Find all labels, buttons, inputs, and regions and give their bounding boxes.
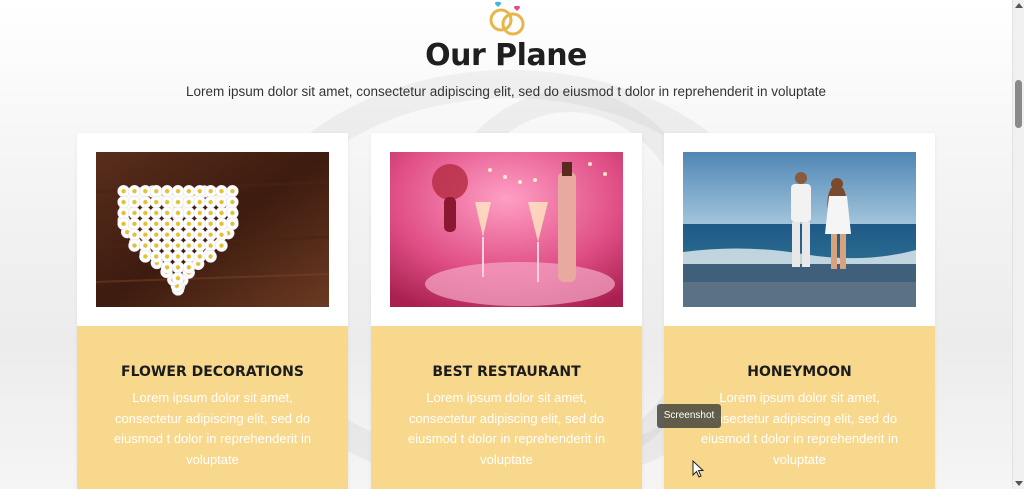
daisy-center	[153, 188, 159, 194]
daisy-center	[142, 210, 148, 216]
daisy-center	[208, 188, 214, 194]
plan-card-flower-decorations[interactable]: FLOWER DECORATIONS Lorem ipsum dolor sit…	[77, 133, 348, 489]
scrollbar-thumb[interactable]	[1015, 80, 1022, 128]
daisy-center	[142, 232, 148, 238]
daisy-center	[132, 221, 137, 227]
daisy-center	[164, 221, 170, 227]
daisy-center	[208, 221, 214, 227]
daisy-center	[142, 199, 148, 205]
page: Our Plane Lorem ipsum dolor sit amet, co…	[0, 0, 1012, 489]
daisy-center	[197, 210, 203, 216]
daisy-center	[208, 199, 214, 205]
daisy-center	[219, 188, 224, 194]
section-title: Our Plane	[425, 38, 587, 73]
card-image	[390, 152, 623, 307]
daisy-center	[219, 199, 224, 205]
card-image	[683, 152, 916, 307]
daisy-heart-image	[96, 152, 329, 307]
daisy-center	[186, 188, 192, 194]
daisy-center	[208, 243, 214, 249]
card-text: Lorem ipsum dolor sit amet, consectetur …	[113, 390, 312, 467]
daisy-center	[164, 232, 170, 238]
scroll-up-arrow-icon[interactable]	[1015, 3, 1023, 8]
daisy-center	[142, 254, 148, 259]
daisy-center	[132, 188, 137, 194]
daisy-center	[132, 199, 137, 205]
daisy-center	[175, 275, 181, 281]
daisy-center	[164, 264, 170, 270]
daisy-center	[175, 254, 181, 259]
daisy-center	[164, 243, 170, 249]
daisy-center	[186, 254, 192, 259]
daisy-center	[132, 232, 137, 238]
daisy-center	[219, 243, 224, 249]
plan-card-best-restaurant[interactable]: BEST RESTAURANT Lorem ipsum dolor sit am…	[371, 133, 642, 489]
daisy-center	[175, 188, 181, 194]
daisy-center	[229, 221, 235, 227]
daisy-center	[186, 210, 192, 216]
daisy-center	[121, 221, 127, 227]
daisy-center	[153, 243, 159, 249]
card-title: BEST RESTAURANT	[432, 364, 581, 380]
daisy-center	[229, 210, 235, 216]
daisy-center	[164, 254, 170, 259]
card-title: FLOWER DECORATIONS	[121, 364, 304, 380]
screenshot-tooltip: Screenshot	[657, 404, 721, 428]
scroll-down-arrow-icon[interactable]	[1015, 481, 1023, 486]
daisy-center	[197, 232, 203, 238]
wedding-rings-icon	[489, 1, 525, 36]
card-text: Lorem ipsum dolor sit amet, consectetur …	[700, 390, 899, 467]
daisy-center	[121, 199, 127, 205]
daisy-center	[175, 243, 181, 249]
daisy-center	[186, 221, 192, 227]
card-image	[96, 152, 329, 307]
daisy-center	[229, 188, 235, 194]
daisy-center	[142, 243, 148, 249]
card-text: Lorem ipsum dolor sit amet, consectetur …	[407, 390, 606, 467]
daisy-center	[197, 199, 203, 205]
daisy-center	[197, 221, 203, 227]
daisy-center	[175, 199, 181, 205]
daisy-center	[175, 264, 181, 270]
daisy-center	[153, 254, 159, 259]
daisy-center	[164, 199, 170, 205]
daisy-center	[186, 243, 192, 249]
daisy-center	[186, 232, 192, 238]
daisy-center	[175, 221, 181, 227]
daisy-center	[121, 188, 127, 194]
daisy-center	[121, 210, 127, 216]
daisy-center	[219, 232, 224, 238]
daisy-center	[197, 254, 203, 259]
daisy-center	[208, 254, 214, 259]
daisy-center	[142, 221, 148, 227]
mouse-cursor-icon	[692, 460, 704, 478]
vertical-scrollbar[interactable]	[1012, 0, 1024, 489]
daisy-center	[132, 210, 137, 216]
daisy-center	[208, 210, 214, 216]
daisy-center	[132, 243, 137, 249]
daisy-center	[153, 221, 159, 227]
daisy-center	[175, 232, 181, 238]
card-title: HONEYMOON	[747, 364, 852, 380]
daisy-center	[175, 210, 181, 216]
plan-card-honeymoon[interactable]: HONEYMOON Lorem ipsum dolor sit amet, co…	[664, 133, 935, 489]
section-subtitle: Lorem ipsum dolor sit amet, consectetur …	[185, 84, 827, 99]
daisy-center	[197, 243, 203, 249]
daisy-center	[219, 210, 224, 216]
daisy-center	[164, 188, 170, 194]
daisy-center	[229, 199, 235, 205]
daisy-center	[208, 232, 214, 238]
daisy-center	[153, 199, 159, 205]
champagne-image	[390, 152, 623, 307]
daisy-center	[142, 188, 148, 194]
daisy-center	[186, 199, 192, 205]
daisy-center	[186, 264, 192, 270]
daisy-center	[197, 188, 203, 194]
daisy-center	[164, 210, 170, 216]
beach-couple-image	[683, 152, 916, 307]
daisy-center	[153, 210, 159, 216]
daisy-center	[153, 232, 159, 238]
daisy-center	[219, 221, 224, 227]
